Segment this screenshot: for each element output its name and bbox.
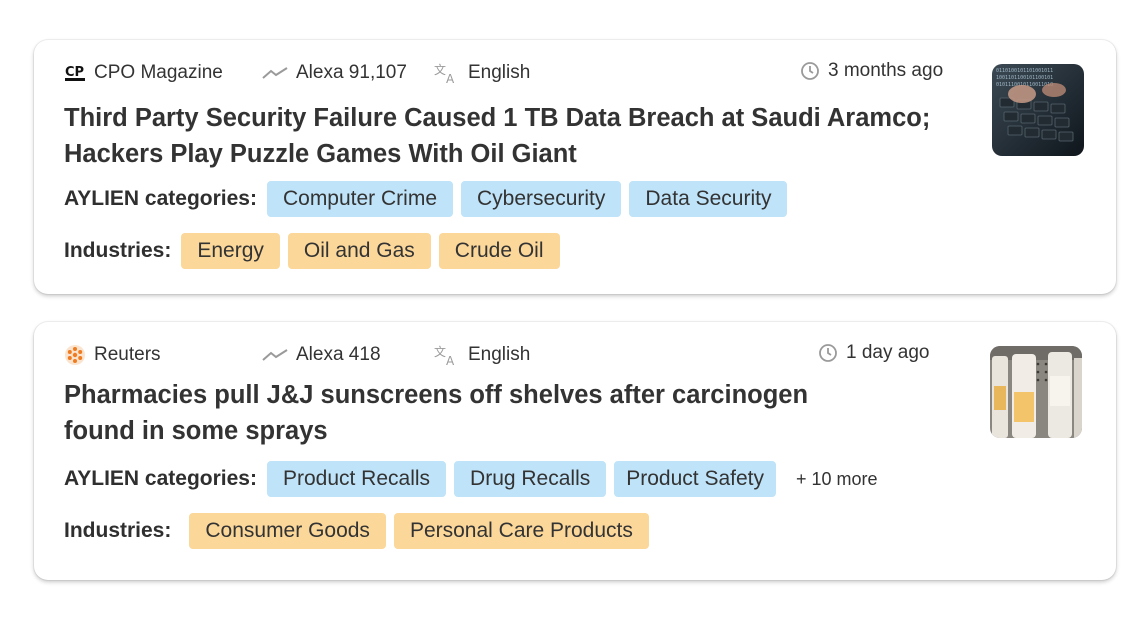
alexa-rank: Alexa 418 (262, 344, 381, 366)
title-line: Hackers Play Puzzle Games With Oil Giant (64, 140, 577, 168)
article-meta: Reuters Alexa 418 文 A English 1 day ago (64, 342, 1116, 370)
trend-line-icon (262, 347, 288, 363)
published-time: 1 day ago (818, 342, 929, 364)
title-line: found in some sprays (64, 417, 328, 445)
article-card[interactable]: CP CPO Magazine Alexa 91,107 文 A English (34, 40, 1116, 294)
language-value: English (468, 344, 531, 365)
svg-text:文: 文 (434, 344, 446, 359)
industry-tag[interactable]: Personal Care Products (393, 513, 649, 549)
svg-text:A: A (446, 72, 455, 84)
categories-label: AYLIEN categories: (64, 467, 257, 490)
alexa-value: Alexa 91,107 (296, 62, 407, 83)
svg-text:A: A (446, 354, 455, 366)
industry-tag[interactable]: Energy (181, 233, 280, 269)
clock-icon (818, 343, 838, 363)
category-tag[interactable]: Data Security (629, 181, 788, 217)
alexa-value: Alexa 418 (296, 344, 381, 365)
trend-line-icon (262, 65, 288, 81)
translate-icon: 文 A (434, 344, 460, 366)
svg-text:CP: CP (65, 65, 84, 80)
source-name: CPO Magazine (94, 62, 223, 83)
category-tag[interactable]: Drug Recalls (454, 461, 607, 497)
industry-tag[interactable]: Oil and Gas (287, 233, 431, 269)
keyboard-image[interactable]: 0110100101101001011 1001101100101100101 … (992, 64, 1084, 156)
category-tag[interactable]: Computer Crime (266, 181, 454, 217)
article-meta: CP CPO Magazine Alexa 91,107 文 A English (64, 60, 1116, 88)
time-value: 3 months ago (828, 60, 944, 81)
title-line: Third Party Security Failure Caused 1 TB… (64, 104, 931, 132)
svg-text:1001101100101100101: 1001101100101100101 (996, 75, 1053, 81)
industry-tag[interactable]: Crude Oil (438, 233, 560, 269)
more-categories-link[interactable]: + 10 more (796, 469, 878, 490)
alexa-rank: Alexa 91,107 (262, 62, 407, 84)
categories-row: AYLIEN categories: Product Recalls Drug … (64, 461, 878, 497)
category-tag[interactable]: Cybersecurity (461, 181, 622, 217)
categories-label: AYLIEN categories: (64, 187, 257, 210)
language-value: English (468, 62, 531, 83)
translate-icon: 文 A (434, 62, 460, 84)
industries-row: Industries: Consumer Goods Personal Care… (64, 513, 657, 549)
article-title[interactable]: Third Party Security Failure Caused 1 TB… (64, 100, 930, 172)
industry-tag[interactable]: Consumer Goods (189, 513, 386, 549)
article-title[interactable]: Pharmacies pull J&J sunscreens off shelv… (64, 377, 808, 449)
clock-icon (800, 61, 820, 81)
title-line: Pharmacies pull J&J sunscreens off shelv… (64, 381, 809, 409)
source[interactable]: CP CPO Magazine (64, 62, 223, 84)
svg-text:0110100101101001011: 0110100101101001011 (996, 68, 1053, 74)
categories-row: AYLIEN categories: Computer Crime Cybers… (64, 181, 795, 217)
reuters-logo (64, 344, 86, 366)
industries-label: Industries: (64, 239, 172, 262)
published-time: 3 months ago (800, 60, 943, 82)
industries-row: Industries: Energy Oil and Gas Crude Oil (64, 233, 568, 269)
category-tag[interactable]: Product Safety (614, 461, 776, 497)
svg-text:文: 文 (434, 62, 446, 77)
language: 文 A English (434, 344, 530, 366)
industries-label: Industries: (64, 519, 172, 542)
cpo-magazine-logo: CP (64, 62, 86, 84)
source-name: Reuters (94, 344, 161, 365)
sunscreen-bottles-image[interactable] (990, 346, 1082, 438)
time-value: 1 day ago (846, 342, 930, 363)
category-tag[interactable]: Product Recalls (266, 461, 447, 497)
source[interactable]: Reuters (64, 344, 161, 366)
article-card[interactable]: Reuters Alexa 418 文 A English 1 day ago (34, 322, 1116, 580)
language: 文 A English (434, 62, 530, 84)
